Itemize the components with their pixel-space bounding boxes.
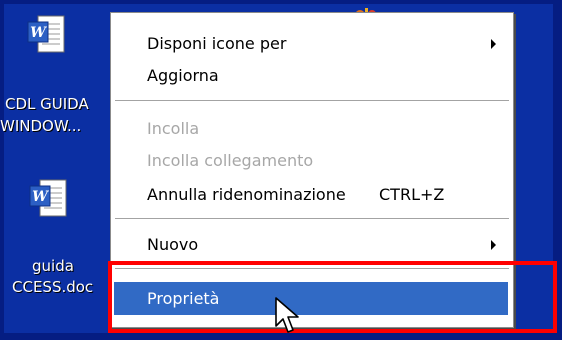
submenu-arrow-icon xyxy=(491,39,496,49)
menu-item-incolla: Incolla xyxy=(111,112,513,145)
word-document-icon: W xyxy=(29,179,67,217)
desktop-icon-label-line2: CCESS.doc xyxy=(12,278,94,296)
menu-item-label: Incolla collegamento xyxy=(147,151,314,170)
menu-item-label: Annulla ridenominazione xyxy=(147,185,346,204)
screen-frame-top xyxy=(0,0,562,4)
menu-separator xyxy=(115,100,509,101)
menu-item-label: Disponi icone per xyxy=(147,34,287,53)
menu-item-label: Incolla xyxy=(147,119,200,138)
svg-text:W: W xyxy=(30,25,47,41)
menu-separator xyxy=(115,218,509,219)
desktop-icon-label-line1: guida xyxy=(32,257,74,275)
menu-item-nuovo[interactable]: Nuovo xyxy=(111,228,513,261)
menu-item-label: Nuovo xyxy=(147,235,199,254)
arrow-cursor-icon xyxy=(275,297,299,333)
menu-item-shortcut: CTRL+Z xyxy=(379,185,445,204)
word-document-icon: W xyxy=(27,15,65,53)
svg-text:W: W xyxy=(32,189,49,205)
menu-item-aggiorna[interactable]: Aggiorna xyxy=(111,59,513,92)
menu-item-label: Aggiorna xyxy=(147,66,219,85)
menu-item-annulla-ridenominazione[interactable]: Annulla ridenominazione CTRL+Z xyxy=(111,178,513,211)
desktop-icon-label-line1: CDL GUIDA xyxy=(5,95,89,113)
red-highlight-box xyxy=(108,261,557,333)
submenu-arrow-icon xyxy=(491,240,496,250)
screen-frame-left xyxy=(0,0,4,340)
menu-item-disponi-icone[interactable]: Disponi icone per xyxy=(111,27,513,60)
menu-item-incolla-collegamento: Incolla collegamento xyxy=(111,144,513,177)
desktop-icon-label-line2: WINDOW... xyxy=(0,117,82,135)
